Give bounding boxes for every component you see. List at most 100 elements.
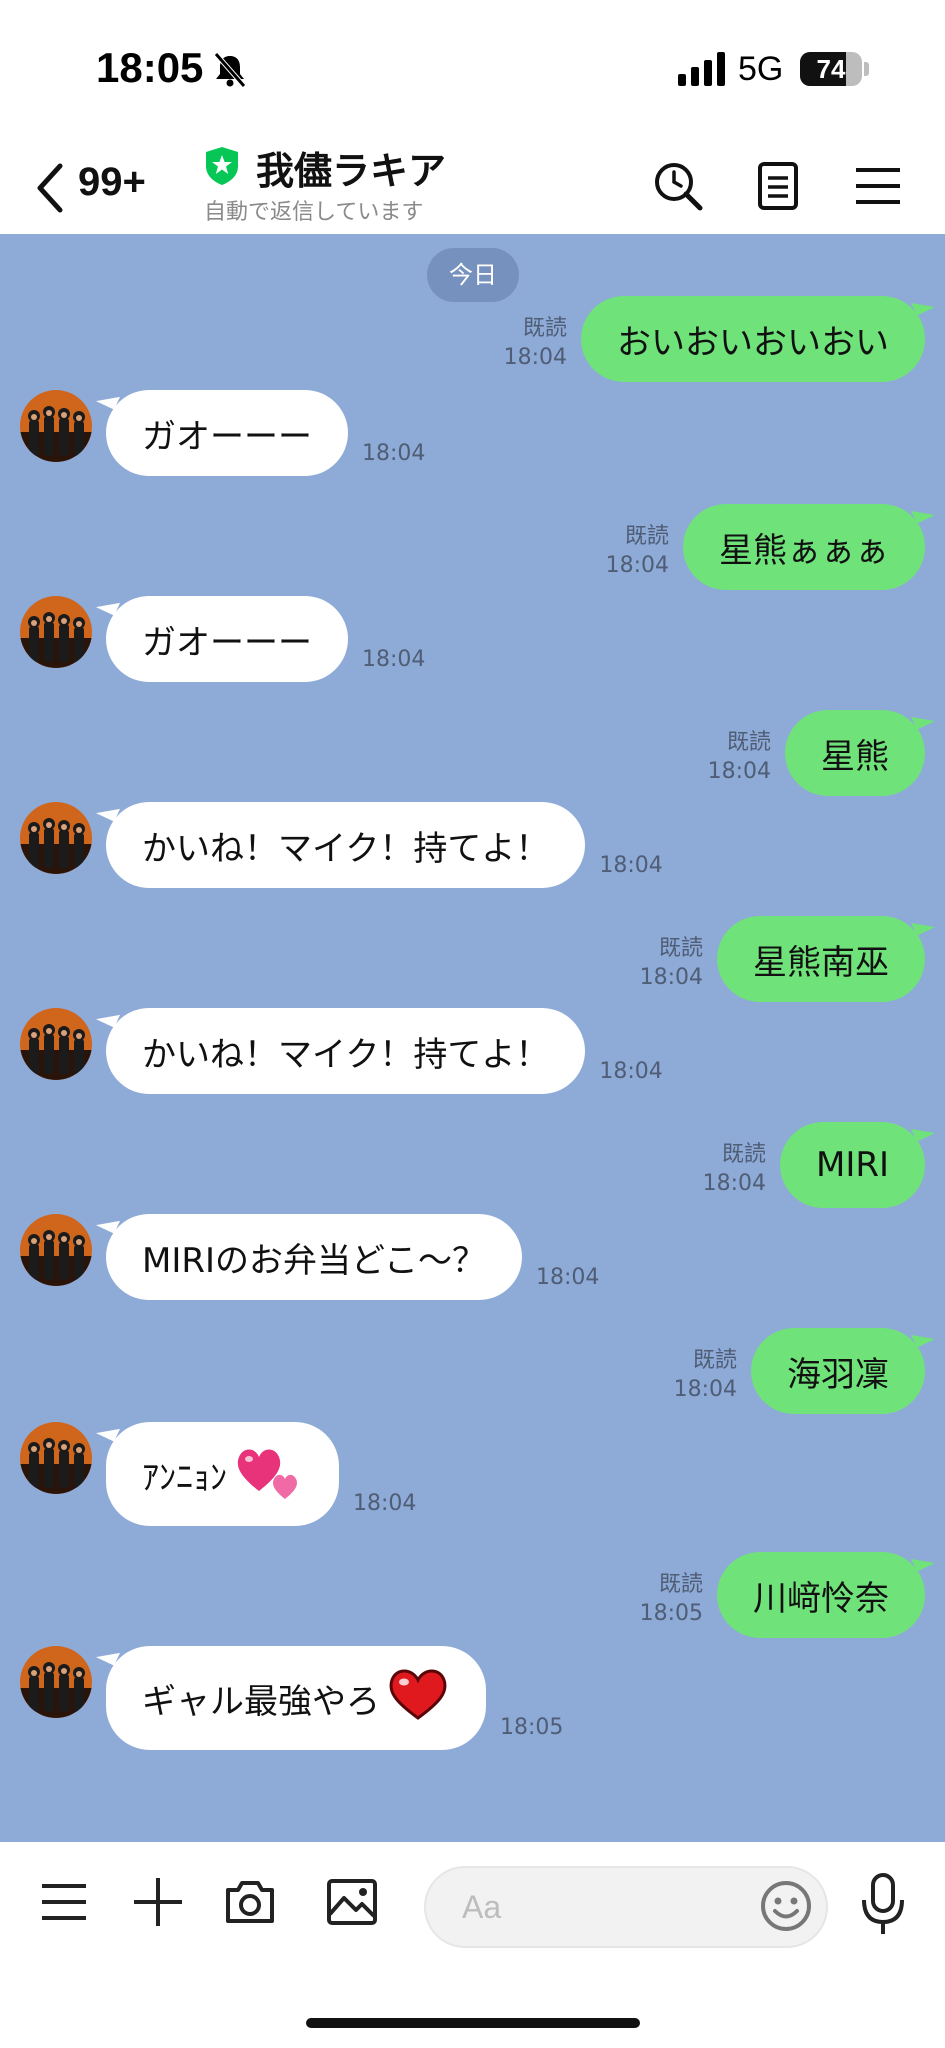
incoming-message-row: ガオーーー 18:04 (20, 390, 425, 476)
message-time: 18:04 (639, 965, 703, 990)
incoming-message-row: ｱﾝﾆｮﾝ 18:04 (20, 1422, 416, 1526)
message-time: 18:04 (362, 441, 426, 466)
message-time: 18:04 (599, 853, 663, 878)
message-text: 海羽凜 (787, 1354, 889, 1395)
input-bar: Aa (0, 1842, 945, 2048)
message-text: 星熊 (821, 736, 889, 777)
battery-percent: 74 (816, 54, 846, 84)
read-receipt: 既読 (624, 524, 669, 549)
status-bar: 18:05 5G 74 (0, 0, 945, 140)
search-icon[interactable] (650, 158, 706, 214)
chat-area[interactable]: 今日 既読 18:04 おいおいおいおい ガオーーー 18:04 既読 18:04 星熊ぁぁぁ… (0, 234, 945, 1842)
incoming-message-bubble[interactable]: MIRIのお弁当どこ〜？ (106, 1214, 522, 1300)
notes-icon[interactable] (750, 158, 806, 214)
double-heart-emoji (233, 1439, 303, 1510)
incoming-message-row: ガオーーー 18:04 (20, 596, 425, 682)
message-time: 18:04 (353, 1491, 417, 1516)
outgoing-message-row: 既読 18:04 星熊 (708, 710, 925, 796)
read-receipt: 既読 (726, 730, 771, 755)
emoji-icon[interactable] (758, 1878, 814, 1934)
plus-icon[interactable] (130, 1874, 186, 1930)
incoming-message-row: かいね！マイク！持てよ！ 18:04 (20, 1008, 663, 1094)
unread-count[interactable]: 99+ (78, 160, 146, 205)
outgoing-message-bubble[interactable]: おいおいおいおい (581, 296, 925, 382)
message-text: かいね！マイク！持てよ！ (142, 1034, 550, 1075)
avatar[interactable] (20, 1646, 92, 1718)
avatar[interactable] (20, 1422, 92, 1494)
outgoing-message-bubble[interactable]: 星熊 (785, 710, 925, 796)
message-text: ガオーーー (142, 416, 312, 457)
message-meta: 既読 18:04 (606, 522, 669, 580)
message-meta: 既読 18:04 (504, 314, 567, 372)
message-meta: 既読 18:05 (640, 1570, 703, 1628)
double-heart-icon (237, 1449, 297, 1499)
message-text: おいおいおいおい (617, 322, 889, 363)
image-icon[interactable] (324, 1874, 380, 1930)
incoming-message-bubble[interactable]: ｱﾝﾆｮﾝ (106, 1422, 339, 1526)
avatar[interactable] (20, 596, 92, 668)
red-heart-emoji (386, 1666, 450, 1731)
outgoing-message-bubble[interactable]: MIRI (779, 1122, 925, 1208)
official-shield-icon (206, 147, 238, 185)
message-time: 18:04 (362, 647, 426, 672)
outgoing-message-bubble[interactable]: 海羽凜 (751, 1328, 925, 1414)
signal-icon (678, 52, 725, 86)
outgoing-message-row: 既読 18:04 海羽凜 (674, 1328, 925, 1414)
incoming-message-bubble[interactable]: ガオーーー (106, 390, 348, 476)
read-receipt: 既読 (692, 1348, 737, 1373)
outgoing-message-row: 既読 18:04 星熊ぁぁぁ (606, 504, 925, 590)
incoming-message-bubble[interactable]: ガオーーー (106, 596, 348, 682)
read-receipt: 既読 (721, 1142, 766, 1167)
message-text: MIRI (815, 1145, 889, 1185)
message-time: 18:05 (639, 1601, 703, 1626)
battery-tip (864, 62, 869, 76)
message-meta: 既読 18:04 (674, 1346, 737, 1404)
outgoing-message-row: 既読 18:04 おいおいおいおい (504, 296, 925, 382)
incoming-message-bubble[interactable]: かいね！マイク！持てよ！ (106, 802, 586, 888)
incoming-message-row: かいね！マイク！持てよ！ 18:04 (20, 802, 663, 888)
message-meta: 既読 18:04 (703, 1140, 766, 1198)
read-receipt: 既読 (658, 1572, 703, 1597)
red-heart-icon (389, 1669, 447, 1720)
avatar[interactable] (20, 802, 92, 874)
read-receipt: 既読 (522, 316, 567, 341)
chat-header: 99+ 我儘ラキア 自動で返信しています (0, 140, 945, 234)
outgoing-message-row: 既読 18:04 星熊南巫 (640, 916, 925, 1002)
message-text: かいね！マイク！持てよ！ (142, 828, 550, 869)
outgoing-message-bubble[interactable]: 星熊南巫 (717, 916, 925, 1002)
avatar[interactable] (20, 390, 92, 462)
bell-muted-icon (214, 52, 246, 88)
status-time: 18:05 (96, 44, 204, 91)
incoming-message-bubble[interactable]: かいね！マイク！持てよ！ (106, 1008, 586, 1094)
message-text: ギャル最強やろ (142, 1681, 380, 1722)
outgoing-message-bubble[interactable]: 川﨑怜奈 (717, 1552, 925, 1638)
incoming-message-row: ギャル最強やろ 18:05 (20, 1646, 563, 1750)
chat-title[interactable]: 我儘ラキア (256, 140, 446, 195)
message-time: 18:04 (702, 1171, 766, 1196)
mic-icon[interactable] (858, 1872, 908, 1936)
message-text: 星熊ぁぁぁ (719, 530, 889, 571)
read-receipt: 既読 (658, 936, 703, 961)
message-meta: 既読 18:04 (640, 934, 703, 992)
date-separator: 今日 (427, 248, 519, 302)
message-time: 18:04 (707, 759, 771, 784)
outgoing-message-row: 既読 18:05 川﨑怜奈 (640, 1552, 925, 1638)
network-type: 5G (738, 50, 784, 88)
message-text: MIRIのお弁当どこ〜？ (142, 1240, 486, 1281)
outgoing-message-bubble[interactable]: 星熊ぁぁぁ (683, 504, 925, 590)
message-meta: 既読 18:04 (708, 728, 771, 786)
avatar[interactable] (20, 1008, 92, 1080)
camera-icon[interactable] (222, 1874, 278, 1930)
menu-icon[interactable] (36, 1874, 92, 1930)
outgoing-message-row: 既読 18:04 MIRI (703, 1122, 925, 1208)
message-time: 18:04 (599, 1059, 663, 1084)
avatar[interactable] (20, 1214, 92, 1286)
home-indicator[interactable] (306, 2018, 640, 2028)
menu-icon[interactable] (850, 158, 906, 214)
message-text: 星熊南巫 (753, 942, 889, 983)
message-text: ガオーーー (142, 622, 312, 663)
incoming-message-bubble[interactable]: ギャル最強やろ (106, 1646, 486, 1750)
message-time: 18:04 (503, 345, 567, 370)
message-text: ｱﾝﾆｮﾝ (142, 1457, 227, 1498)
auto-reply-status: 自動で返信しています (204, 200, 424, 225)
